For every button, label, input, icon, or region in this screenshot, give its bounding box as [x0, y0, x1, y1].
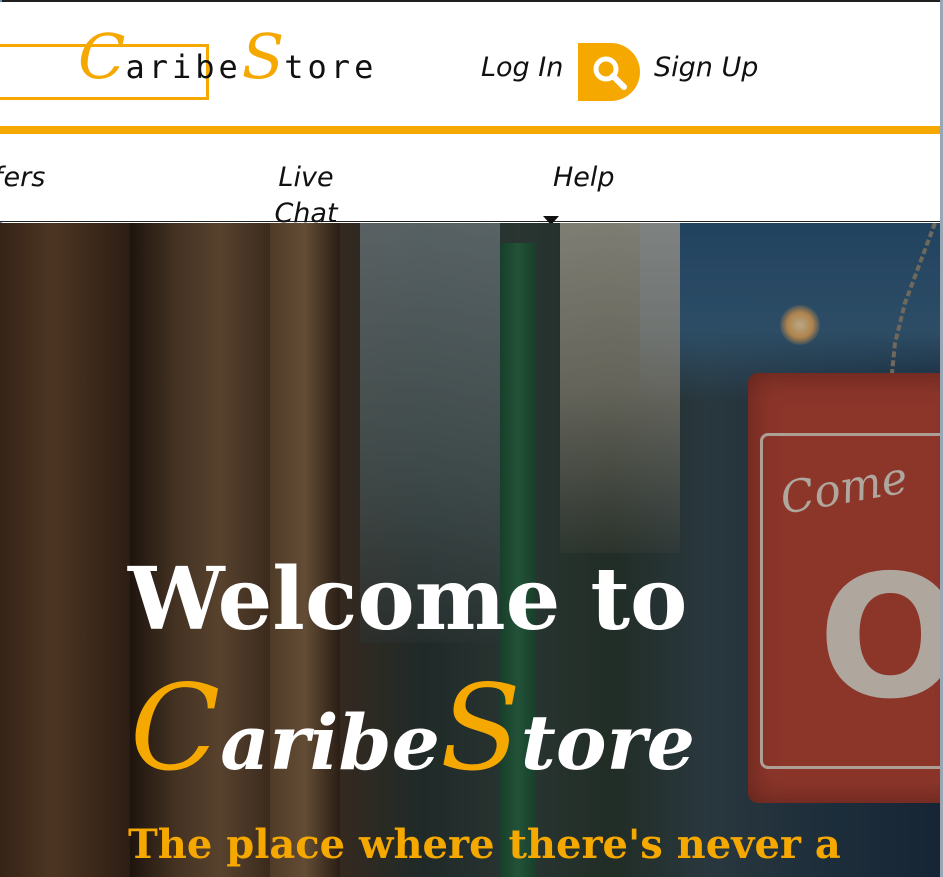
login-link[interactable]: Log In	[481, 52, 563, 83]
hero-brand-letter-s: S	[439, 659, 521, 797]
logo-text-tore: tore	[284, 48, 378, 86]
logo-letter-c: C	[78, 20, 126, 93]
site-logo[interactable]: CaribeStore	[78, 26, 377, 106]
nav-item-live-chat[interactable]: Live Chat	[246, 160, 366, 232]
header-divider	[0, 126, 940, 134]
logo-letter-s: S	[241, 20, 285, 93]
hero-brand-text-tore: tore	[520, 698, 695, 787]
search-button[interactable]	[578, 43, 640, 101]
logo-text-aribe: aribe	[125, 48, 242, 86]
nav-item-offers[interactable]: ffers	[0, 160, 45, 196]
main-nav: ffers Live Chat Help	[0, 134, 940, 229]
search-icon	[593, 56, 627, 90]
hero-brand-letter-c: C	[130, 659, 221, 797]
site-header: CaribeStore Log In Sign Up	[0, 2, 940, 128]
hero-welcome-heading: Welcome to	[128, 549, 688, 650]
hero-brand-text-aribe: aribe	[220, 698, 440, 787]
signup-link[interactable]: Sign Up	[654, 52, 758, 83]
hero-banner: Come O Welcome to CaribeStore The place …	[0, 223, 940, 877]
hero-tagline: The place where there's never a	[128, 821, 841, 868]
nav-item-help[interactable]: Help	[553, 160, 615, 196]
hero-brand-name: CaribeStore	[130, 669, 695, 809]
